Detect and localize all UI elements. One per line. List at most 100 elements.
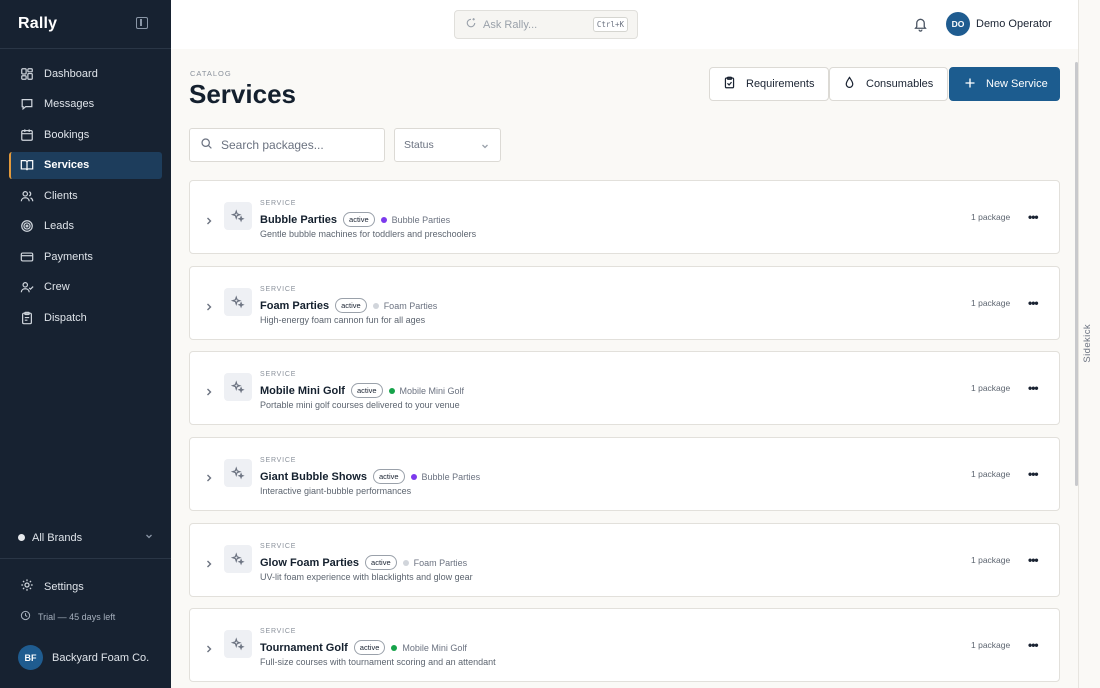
- brand-dot-icon: [410, 473, 417, 480]
- service-title-row: Giant Bubble Shows active Bubble Parties: [260, 469, 480, 484]
- calendar-icon: [20, 128, 34, 142]
- scrollbar[interactable]: [1075, 62, 1078, 486]
- ask-rally-input[interactable]: Ask Rally... Ctrl+K: [454, 10, 638, 39]
- sidebar-item-messages[interactable]: Messages: [9, 91, 162, 118]
- chevron-right-icon[interactable]: [204, 384, 214, 402]
- sparkles-icon: [224, 630, 252, 658]
- brand-name: Mobile Mini Golf: [399, 385, 465, 396]
- service-eyebrow: SERVICE: [260, 371, 297, 378]
- user-name[interactable]: Demo Operator: [976, 18, 1052, 30]
- service-title-row: Foam Parties active Foam Parties: [260, 298, 437, 313]
- app-brand: Rally: [18, 15, 58, 32]
- chevron-down-icon: [480, 141, 490, 154]
- trial-status: Trial — 45 days left: [20, 610, 115, 623]
- service-title-row: Tournament Golf active Mobile Mini Golf: [260, 640, 467, 655]
- service-name[interactable]: Mobile Mini Golf: [260, 385, 345, 397]
- sidebar-item-services[interactable]: Services: [9, 151, 162, 179]
- status-badge: active: [343, 212, 375, 227]
- sidebar-item-label: Bookings: [44, 128, 90, 141]
- status-select-label: Status: [404, 139, 434, 151]
- sidebar-item-bookings[interactable]: Bookings: [9, 121, 162, 148]
- more-icon[interactable]: •••: [1028, 210, 1039, 224]
- top-bar: Ask Rally... Ctrl+K DO Demo Operator: [171, 0, 1078, 49]
- dashboard-icon: [20, 67, 34, 81]
- book-icon: [20, 158, 34, 172]
- list-item[interactable]: SERVICE Tournament Golf active Mobile Mi…: [189, 608, 1060, 682]
- brands-filter-label: All Brands: [32, 531, 83, 544]
- list-item[interactable]: SERVICE Foam Parties active Foam Parties…: [189, 266, 1060, 340]
- more-icon[interactable]: •••: [1028, 638, 1039, 652]
- service-description: Interactive giant-bubble performances: [260, 486, 412, 496]
- list-item[interactable]: SERVICE Bubble Parties active Bubble Par…: [189, 180, 1060, 254]
- service-name[interactable]: Foam Parties: [260, 300, 329, 312]
- more-icon[interactable]: •••: [1028, 553, 1039, 567]
- service-title-row: Mobile Mini Golf active Mobile Mini Golf: [260, 383, 464, 398]
- status-select[interactable]: Status: [394, 128, 501, 162]
- sparkles-icon: [224, 288, 252, 316]
- sidebar-item-label: Services: [44, 159, 90, 171]
- brand-dot-icon: [388, 387, 395, 394]
- service-name[interactable]: Giant Bubble Shows: [260, 471, 367, 483]
- service-name[interactable]: Tournament Golf: [260, 642, 348, 654]
- sparkles-icon: [224, 373, 252, 401]
- message-icon: [20, 97, 34, 111]
- sidebar: Rally Dashboard Messages Bookings Servic…: [0, 0, 171, 688]
- list-item[interactable]: SERVICE Giant Bubble Shows active Bubble…: [189, 437, 1060, 511]
- sidebar-collapse-icon[interactable]: [136, 17, 148, 29]
- service-description: Gentle bubble machines for toddlers and …: [260, 229, 477, 239]
- sidebar-divider: [0, 48, 171, 49]
- bell-icon[interactable]: [913, 16, 928, 37]
- brand-dot-icon: [372, 302, 379, 309]
- service-name[interactable]: Glow Foam Parties: [260, 557, 359, 569]
- chevron-right-icon[interactable]: [204, 470, 214, 488]
- list-item[interactable]: SERVICE Mobile Mini Golf active Mobile M…: [189, 351, 1060, 425]
- package-count: 1 package: [971, 469, 1011, 479]
- list-item[interactable]: SERVICE Glow Foam Parties active Foam Pa…: [189, 523, 1060, 597]
- chevron-right-icon[interactable]: [204, 299, 214, 317]
- settings-link[interactable]: Settings: [20, 578, 84, 595]
- more-icon[interactable]: •••: [1028, 381, 1039, 395]
- sparkle-search-icon: [465, 17, 483, 32]
- brand-name: Mobile Mini Golf: [402, 642, 467, 653]
- org-name: Backyard Foam Co.: [52, 651, 150, 664]
- consumables-label: Consumables: [866, 78, 934, 90]
- org-switcher[interactable]: BF Backyard Foam Co.: [18, 645, 149, 670]
- chevron-right-icon[interactable]: [204, 556, 214, 574]
- consumables-button[interactable]: Consumables: [829, 67, 948, 101]
- chevron-right-icon[interactable]: [204, 641, 214, 659]
- requirements-button[interactable]: Requirements: [709, 67, 829, 101]
- sidebar-item-payments[interactable]: Payments: [9, 243, 162, 270]
- service-description: High-energy foam cannon fun for all ages: [260, 315, 426, 325]
- brands-filter[interactable]: All Brands: [18, 531, 154, 544]
- sidebar-item-crew[interactable]: Crew: [9, 274, 162, 301]
- breadcrumb: CATALOG: [190, 69, 232, 78]
- sidebar-item-dispatch[interactable]: Dispatch: [9, 304, 162, 331]
- new-service-button[interactable]: New Service: [949, 67, 1060, 101]
- more-icon[interactable]: •••: [1028, 467, 1039, 481]
- droplet-icon: [843, 76, 866, 92]
- more-icon[interactable]: •••: [1028, 296, 1039, 310]
- clock-icon: [20, 610, 38, 623]
- brand-name: Bubble Parties: [421, 471, 481, 482]
- brand-dot-icon: [380, 216, 387, 223]
- page-title: Services: [189, 79, 296, 109]
- service-description: Full-size courses with tournament scorin…: [260, 657, 496, 667]
- avatar[interactable]: DO: [946, 12, 970, 36]
- shortcut-hint: Ctrl+K: [592, 17, 628, 32]
- settings-label: Settings: [44, 580, 84, 593]
- sidebar-item-label: Crew: [44, 281, 70, 293]
- chevron-right-icon[interactable]: [204, 213, 214, 231]
- target-icon: [20, 219, 34, 233]
- org-avatar: BF: [18, 645, 43, 670]
- card-icon: [20, 250, 34, 264]
- sidebar-item-leads[interactable]: Leads: [9, 213, 162, 240]
- sidebar-item-clients[interactable]: Clients: [9, 182, 162, 209]
- search-input[interactable]: Search packages...: [189, 128, 385, 162]
- brand-name: Foam Parties: [413, 557, 468, 568]
- package-count: 1 package: [971, 212, 1011, 222]
- sidebar-item-label: Leads: [44, 220, 74, 232]
- sidekick-label[interactable]: Sidekick: [1082, 324, 1093, 363]
- sidebar-item-dashboard[interactable]: Dashboard: [9, 60, 162, 87]
- sparkles-icon: [224, 545, 252, 573]
- service-name[interactable]: Bubble Parties: [260, 214, 337, 226]
